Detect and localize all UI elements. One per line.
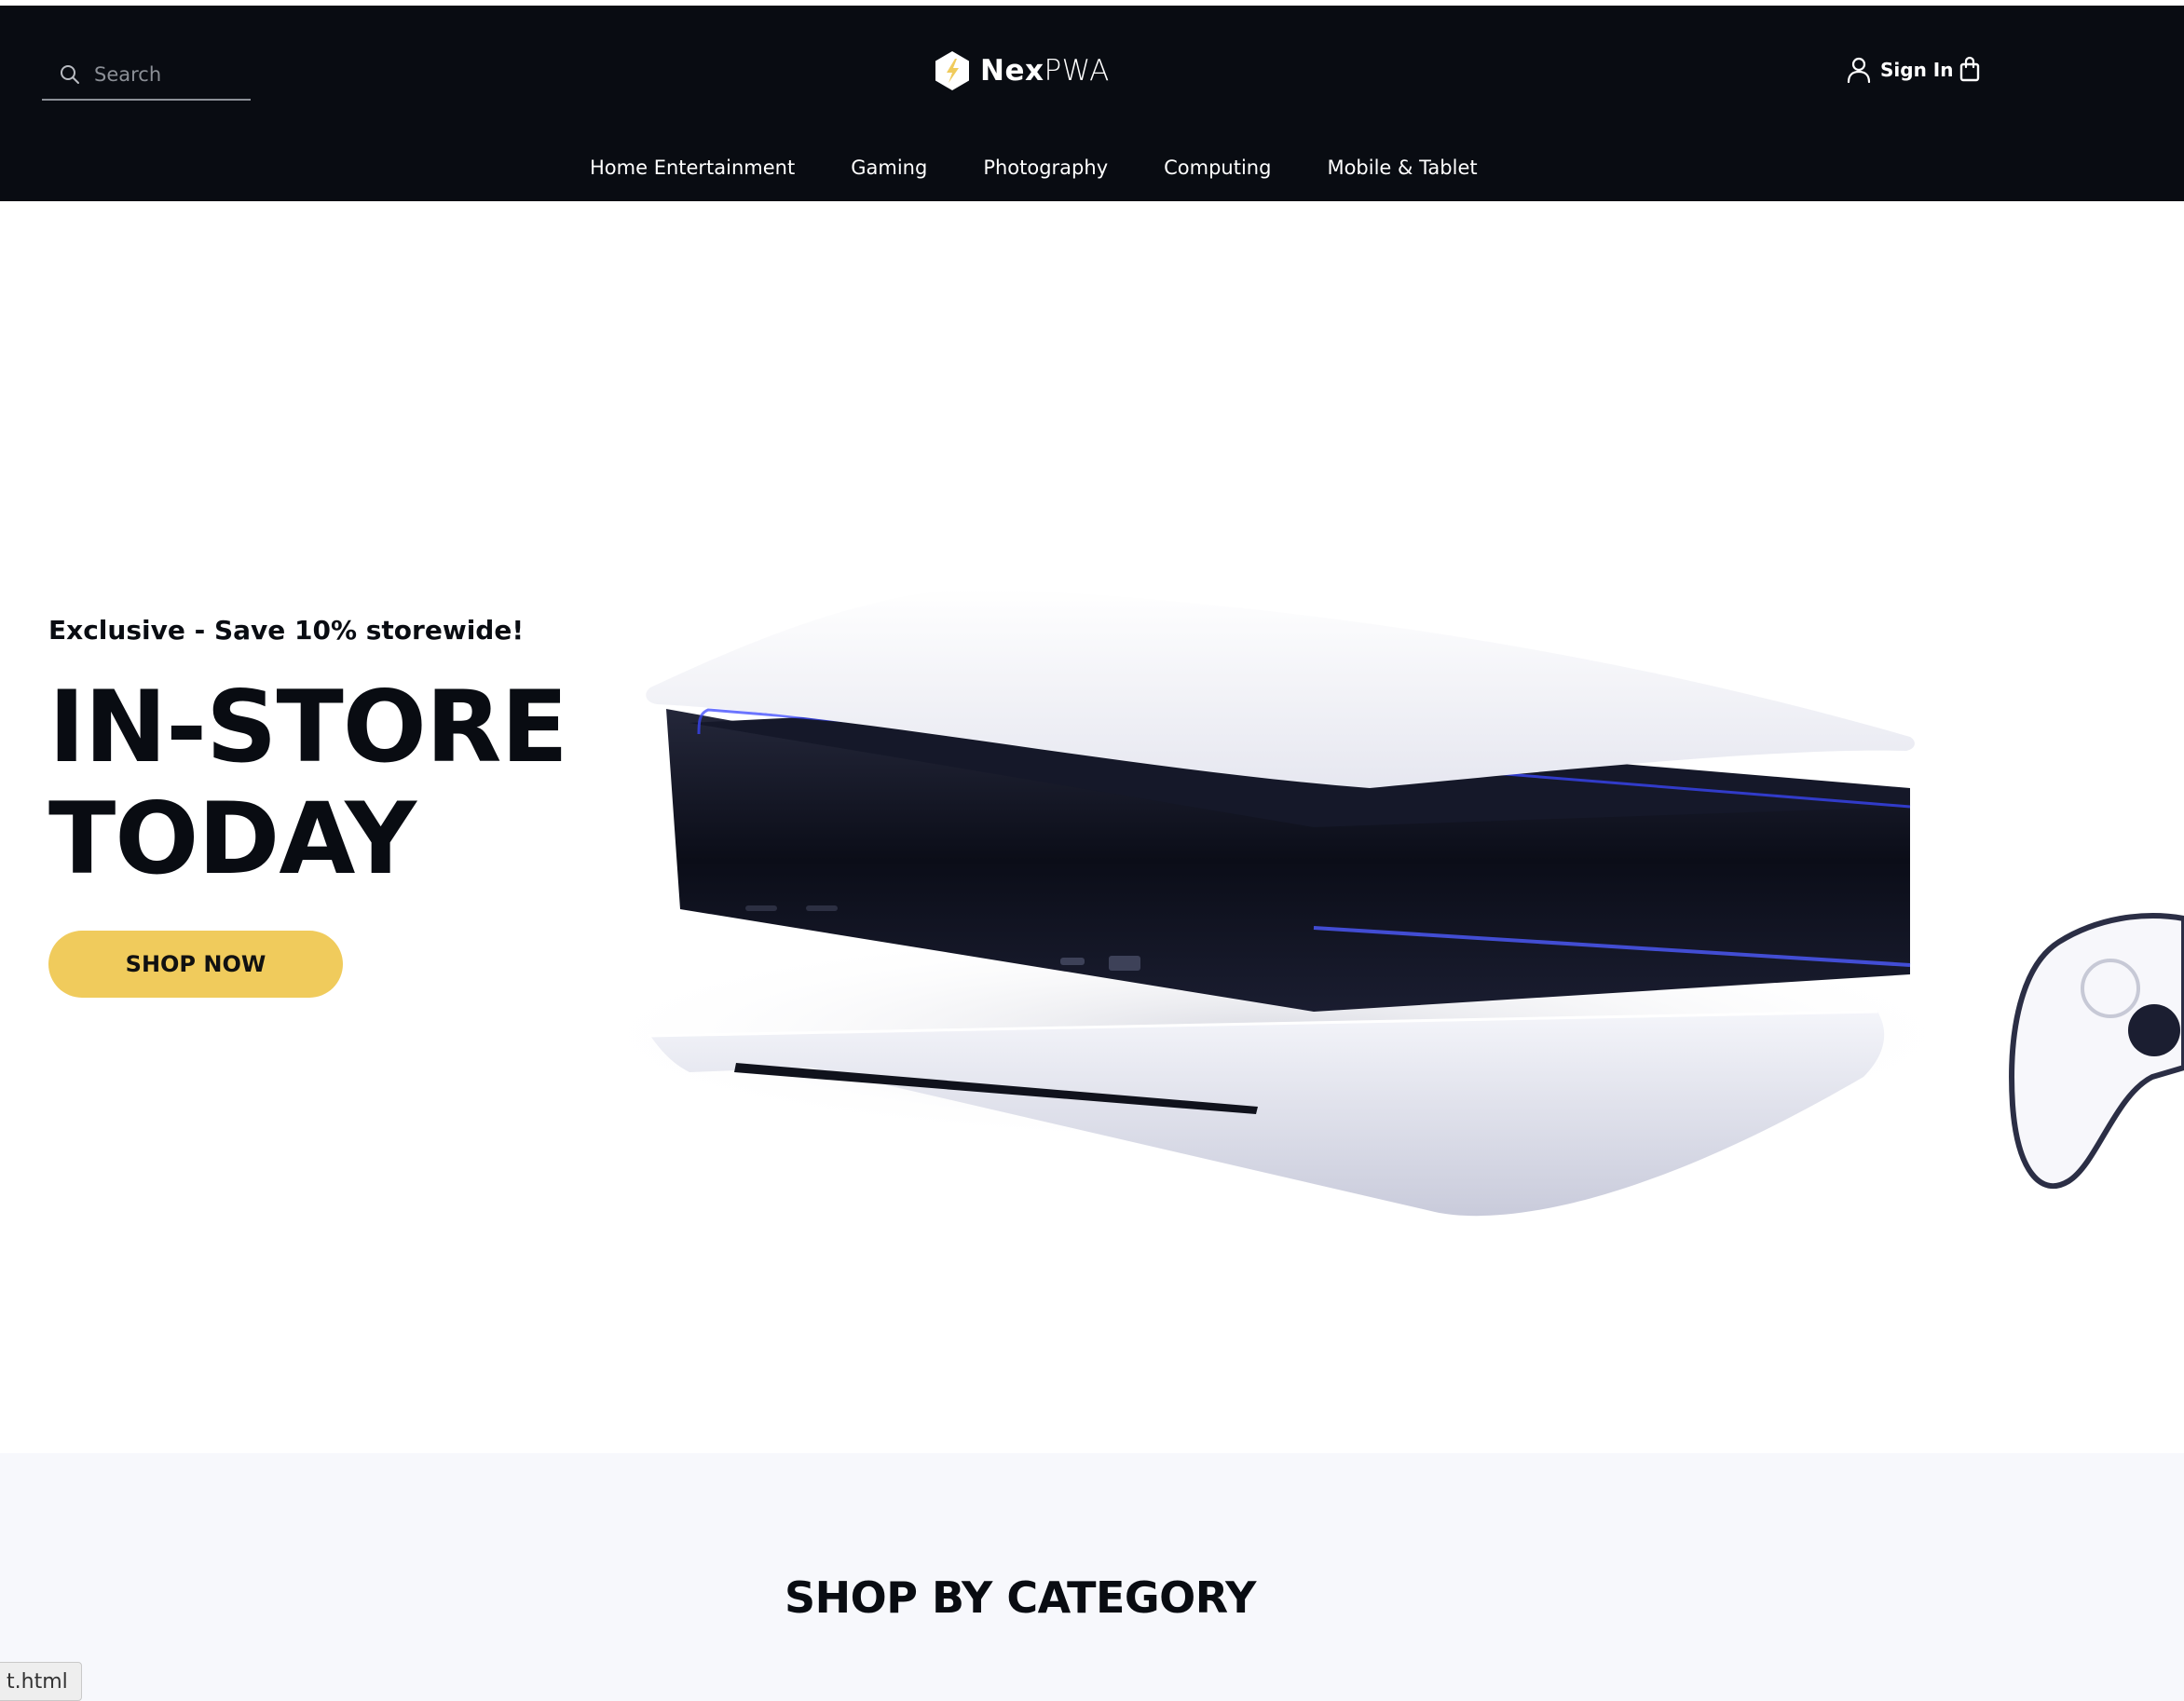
hero-copy: Exclusive - Save 10% storewide! IN-STORE… [48, 615, 607, 998]
site-header: NexPWA Sign In Home Entertainment Gaming… [0, 6, 2184, 201]
shop-now-button[interactable]: SHOP NOW [48, 931, 343, 998]
logo-light: PWA [1044, 54, 1110, 88]
shopping-bag-icon [1959, 56, 1980, 82]
site-logo[interactable]: NexPWA [934, 47, 1110, 95]
console-product-image [568, 588, 2184, 1217]
search-field[interactable] [42, 50, 251, 101]
logo-bold: Nex [980, 54, 1044, 88]
shop-by-category-section: SHOP BY CATEGORY [0, 1453, 2184, 1701]
section-title: SHOP BY CATEGORY [785, 1572, 1257, 1623]
nav-item-computing[interactable]: Computing [1164, 156, 1271, 179]
search-input[interactable] [92, 62, 236, 87]
sign-in-label: Sign In [1880, 59, 1954, 81]
nav-item-home-entertainment[interactable]: Home Entertainment [590, 156, 795, 179]
logo-wordmark: NexPWA [980, 54, 1110, 88]
hexagon-bolt-icon [935, 51, 969, 90]
search-icon [61, 65, 79, 84]
hero-headline: IN-STORE TODAY [48, 672, 607, 895]
nav-item-mobile-tablet[interactable]: Mobile & Tablet [1327, 156, 1477, 179]
hero-headline-line2: TODAY [48, 782, 416, 896]
account-link[interactable]: Sign In [1847, 57, 1953, 83]
hero-eyebrow: Exclusive - Save 10% storewide! [48, 615, 525, 646]
cart-button[interactable] [1959, 56, 1981, 86]
controller-image [2009, 913, 2184, 1189]
nav-items: Home Entertainment Gaming Photography Co… [590, 156, 1534, 179]
nav-item-photography[interactable]: Photography [983, 156, 1108, 179]
browser-status-bar: t.html [0, 1662, 82, 1701]
hero-headline-line1: IN-STORE [48, 670, 568, 784]
nav-item-gaming[interactable]: Gaming [851, 156, 927, 179]
hero-banner: Exclusive - Save 10% storewide! IN-STORE… [0, 201, 2184, 1453]
user-icon [1847, 57, 1871, 83]
